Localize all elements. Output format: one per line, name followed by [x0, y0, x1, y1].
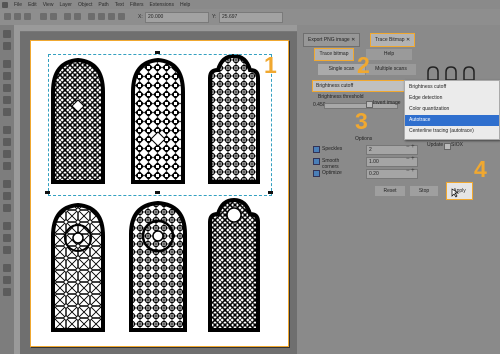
options-heading: Options [355, 136, 373, 142]
arch-window-4[interactable] [51, 202, 105, 332]
speckles-label: Speckles [322, 146, 343, 152]
tab-trace-label: Trace Bitmap [375, 37, 405, 43]
detection-mode-select[interactable]: Brightness cutoff [312, 80, 411, 92]
close-icon[interactable]: ✕ [351, 37, 355, 43]
selection-bounding-box[interactable] [48, 54, 272, 196]
stop-button[interactable]: Stop [410, 186, 438, 196]
invert-image-label: Invert image [373, 100, 401, 106]
dropdown-option-centerline[interactable]: Centerline tracing (autotrace) [405, 126, 499, 137]
step-number-1: 1 [264, 52, 277, 78]
subtab-trace-bitmap[interactable]: Trace bitmap [314, 48, 354, 61]
close-icon[interactable]: ✕ [406, 37, 410, 43]
invert-image-checkbox[interactable] [366, 101, 373, 108]
scale-handle[interactable] [45, 191, 50, 194]
brightness-threshold-label: Brightness threshold [318, 94, 364, 100]
tab-trace-bitmap[interactable]: Trace Bitmap ✕ [370, 33, 416, 47]
optimize-stepper[interactable]: − + [406, 168, 415, 174]
dropdown-option-autotrace[interactable]: Autotrace [405, 115, 499, 126]
step-number-4: 4 [474, 156, 487, 182]
step-number-2: 2 [357, 52, 370, 78]
tab-export-png[interactable]: Export PNG image ✕ [303, 33, 361, 47]
optimize-label: Optimize [322, 170, 342, 176]
dropdown-option-brightness[interactable]: Brightness cutoff [405, 82, 499, 93]
speckles-stepper[interactable]: − + [406, 144, 415, 150]
arch-window-6[interactable] [208, 197, 260, 332]
siox-label: SIOX [451, 142, 463, 148]
siox-checkbox[interactable] [444, 143, 451, 150]
optimize-checkbox[interactable] [313, 170, 320, 177]
smooth-corners-stepper[interactable]: − + [406, 156, 415, 162]
multiple-scans-button[interactable]: Multiple scans [366, 64, 416, 75]
step-number-3: 3 [355, 108, 368, 134]
tab-export-label: Export PNG image [308, 37, 350, 43]
dropdown-option-color-quant[interactable]: Color quantization [405, 104, 499, 115]
scale-handle[interactable] [155, 191, 160, 194]
mouse-cursor-icon [451, 188, 459, 198]
reset-button[interactable]: Reset [375, 186, 405, 196]
subtab-help[interactable]: Help [366, 49, 412, 60]
smooth-corners-label: Smooth corners [322, 158, 340, 170]
dropdown-option-edge[interactable]: Edge detection [405, 93, 499, 104]
speckles-checkbox[interactable] [313, 146, 320, 153]
arch-window-5[interactable] [129, 200, 187, 332]
detection-mode-dropdown[interactable]: Brightness cutoff Edge detection Color q… [404, 80, 500, 140]
smooth-corners-checkbox[interactable] [313, 158, 320, 165]
scale-handle[interactable] [268, 191, 273, 194]
update-button[interactable]: Update [427, 142, 443, 148]
scale-handle[interactable] [155, 51, 160, 54]
